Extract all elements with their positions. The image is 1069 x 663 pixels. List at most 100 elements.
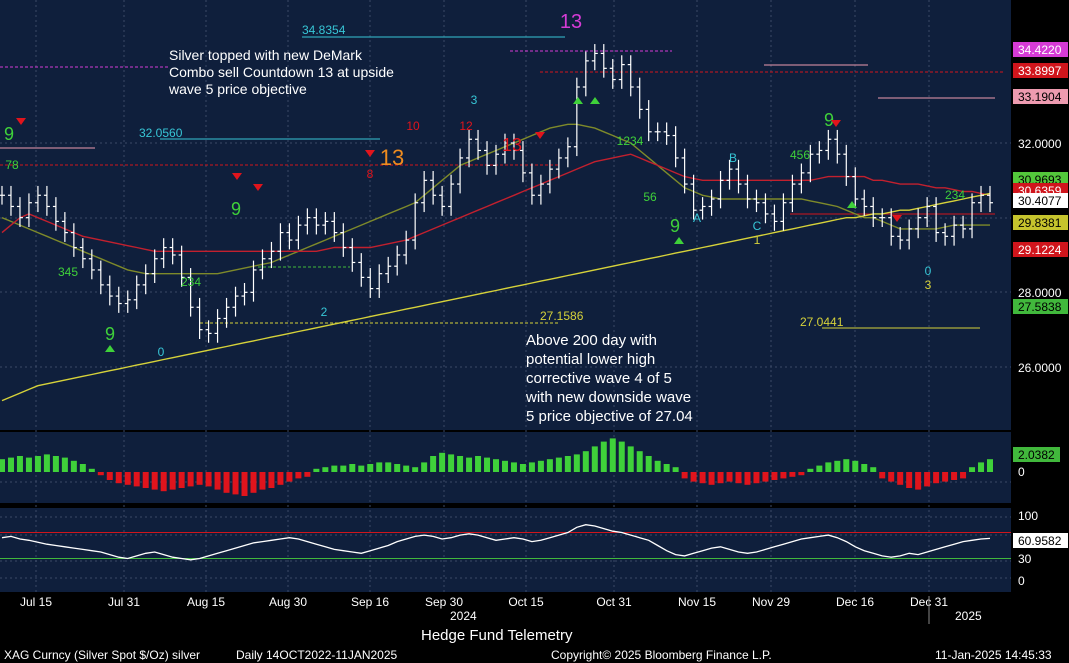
histogram-bar — [97, 472, 104, 476]
histogram-bar — [313, 468, 320, 472]
histogram-bar — [142, 472, 149, 488]
histogram-bar — [870, 467, 877, 472]
price-label-text: 27.5838 — [1018, 300, 1062, 314]
histogram-bar — [672, 467, 679, 472]
histogram-bar — [79, 464, 86, 472]
histogram-bar — [861, 464, 868, 472]
price-label-text: 29.8381 — [1018, 216, 1062, 230]
histogram-bar — [744, 472, 751, 485]
histogram-bar — [753, 472, 760, 484]
histogram-bar — [636, 451, 643, 472]
histogram-bar — [214, 472, 221, 490]
price-label-29-1224: 29.1224 — [1013, 242, 1068, 257]
histogram-bar — [960, 472, 967, 479]
histogram-bar — [978, 462, 985, 472]
demark-count: 0 — [925, 264, 932, 278]
histogram-bar — [681, 472, 688, 479]
histogram-bar — [295, 472, 302, 479]
histogram-bar — [933, 472, 940, 484]
x-tick-label: Oct 31 — [596, 595, 632, 609]
histogram-bar — [834, 460, 841, 472]
price-label-34-4220: 34.4220 — [1013, 42, 1068, 57]
histogram-bar — [816, 465, 823, 472]
histogram-bar — [690, 472, 697, 482]
histogram-bar — [843, 459, 850, 472]
histogram-bar — [645, 456, 652, 472]
histogram-bar — [537, 460, 544, 472]
histogram-bar — [358, 465, 365, 472]
histogram-bar — [501, 460, 508, 472]
demark-count: 9 — [231, 199, 241, 219]
histogram-bar — [88, 468, 95, 472]
histogram-bar — [915, 472, 922, 490]
price-label-27-5838: 27.5838 — [1013, 299, 1068, 314]
demark-count: 13 — [560, 11, 582, 33]
histogram-bar — [0, 459, 5, 472]
histogram-bar — [223, 472, 230, 493]
oscillator-panel — [0, 508, 1011, 592]
source-label: Hedge Fund Telemetry — [421, 627, 573, 644]
level-label-32-0560: 32.0560 — [139, 126, 183, 140]
histogram-bar — [717, 472, 724, 484]
histogram-bar — [726, 472, 733, 482]
year-label-2024: 2024 — [450, 609, 477, 623]
price-label-text: 33.1904 — [1018, 90, 1062, 104]
x-tick-label: Jul 31 — [108, 595, 140, 609]
price-label-text: 29.1224 — [1018, 243, 1062, 257]
period-label: Daily 14OCT2022-11JAN2025 — [236, 648, 398, 662]
histogram-bar — [798, 472, 805, 476]
price-label-33-1904: 33.1904 — [1013, 89, 1068, 104]
x-tick-label: Sep 30 — [425, 595, 463, 609]
demark-count: 3 — [925, 278, 932, 292]
annotation-bottom-line-3: corrective wave 4 of 5 — [526, 370, 672, 387]
demark-count: 13 — [380, 145, 404, 170]
histogram-bar — [70, 460, 77, 472]
histogram-bar — [807, 468, 814, 472]
histogram-bar — [582, 451, 589, 472]
demark-count: 9 — [670, 216, 680, 236]
price-label-text: 33.8997 — [1018, 64, 1062, 78]
instrument-label: XAG Curncy (Silver Spot $/Oz) silver — [4, 648, 200, 662]
histogram-bar — [609, 438, 616, 472]
histogram-bar — [699, 472, 706, 484]
annotation-top-line-1: Silver topped with new DeMark — [169, 47, 363, 63]
x-tick-label: Aug 30 — [269, 595, 307, 609]
demark-count: B — [729, 151, 737, 165]
copyright-label: Copyright© 2025 Bloomberg Finance L.P. — [551, 648, 772, 662]
histogram-bar — [304, 472, 311, 477]
demark-count: 12 — [459, 119, 473, 133]
histogram-bar — [205, 472, 212, 487]
histogram-bar — [187, 472, 194, 487]
histogram-bar — [412, 467, 419, 472]
histogram-bar — [600, 441, 607, 472]
annotation-bottom-line-2: potential lower high — [526, 351, 655, 368]
demark-count: 0 — [158, 345, 165, 359]
demark-count: 456 — [790, 148, 810, 162]
level-label-27-1586: 27.1586 — [540, 309, 584, 323]
histogram-bar — [888, 472, 895, 482]
histogram-bar — [115, 472, 122, 484]
histogram-bar — [52, 456, 59, 472]
annotation-top-line-2: Combo sell Countdown 13 at upside — [169, 64, 394, 80]
demark-count: 3 — [471, 93, 478, 107]
demark-count: 56 — [643, 190, 657, 204]
histogram-bar — [394, 464, 401, 472]
demark-count: 78 — [5, 158, 19, 172]
demark-count: 1234 — [617, 134, 644, 148]
histogram-bar — [160, 472, 167, 492]
histogram-bar — [546, 459, 553, 472]
histogram-bar — [196, 472, 203, 485]
histogram-bar — [708, 472, 715, 485]
demark-count: 234 — [945, 188, 965, 202]
histogram-bar — [951, 472, 958, 480]
timestamp-label: 11-Jan-2025 14:45:33 — [935, 648, 1052, 662]
histogram-bar — [484, 457, 491, 472]
x-tick-label: Jul 15 — [20, 595, 52, 609]
histogram-bar — [43, 454, 50, 472]
histogram-bar — [106, 472, 113, 480]
histogram-bar — [403, 465, 410, 472]
histogram-bar — [439, 452, 446, 472]
price-label-text: 30.4077 — [1018, 194, 1062, 208]
histogram-bar — [232, 472, 239, 495]
histogram-bar — [735, 472, 742, 484]
